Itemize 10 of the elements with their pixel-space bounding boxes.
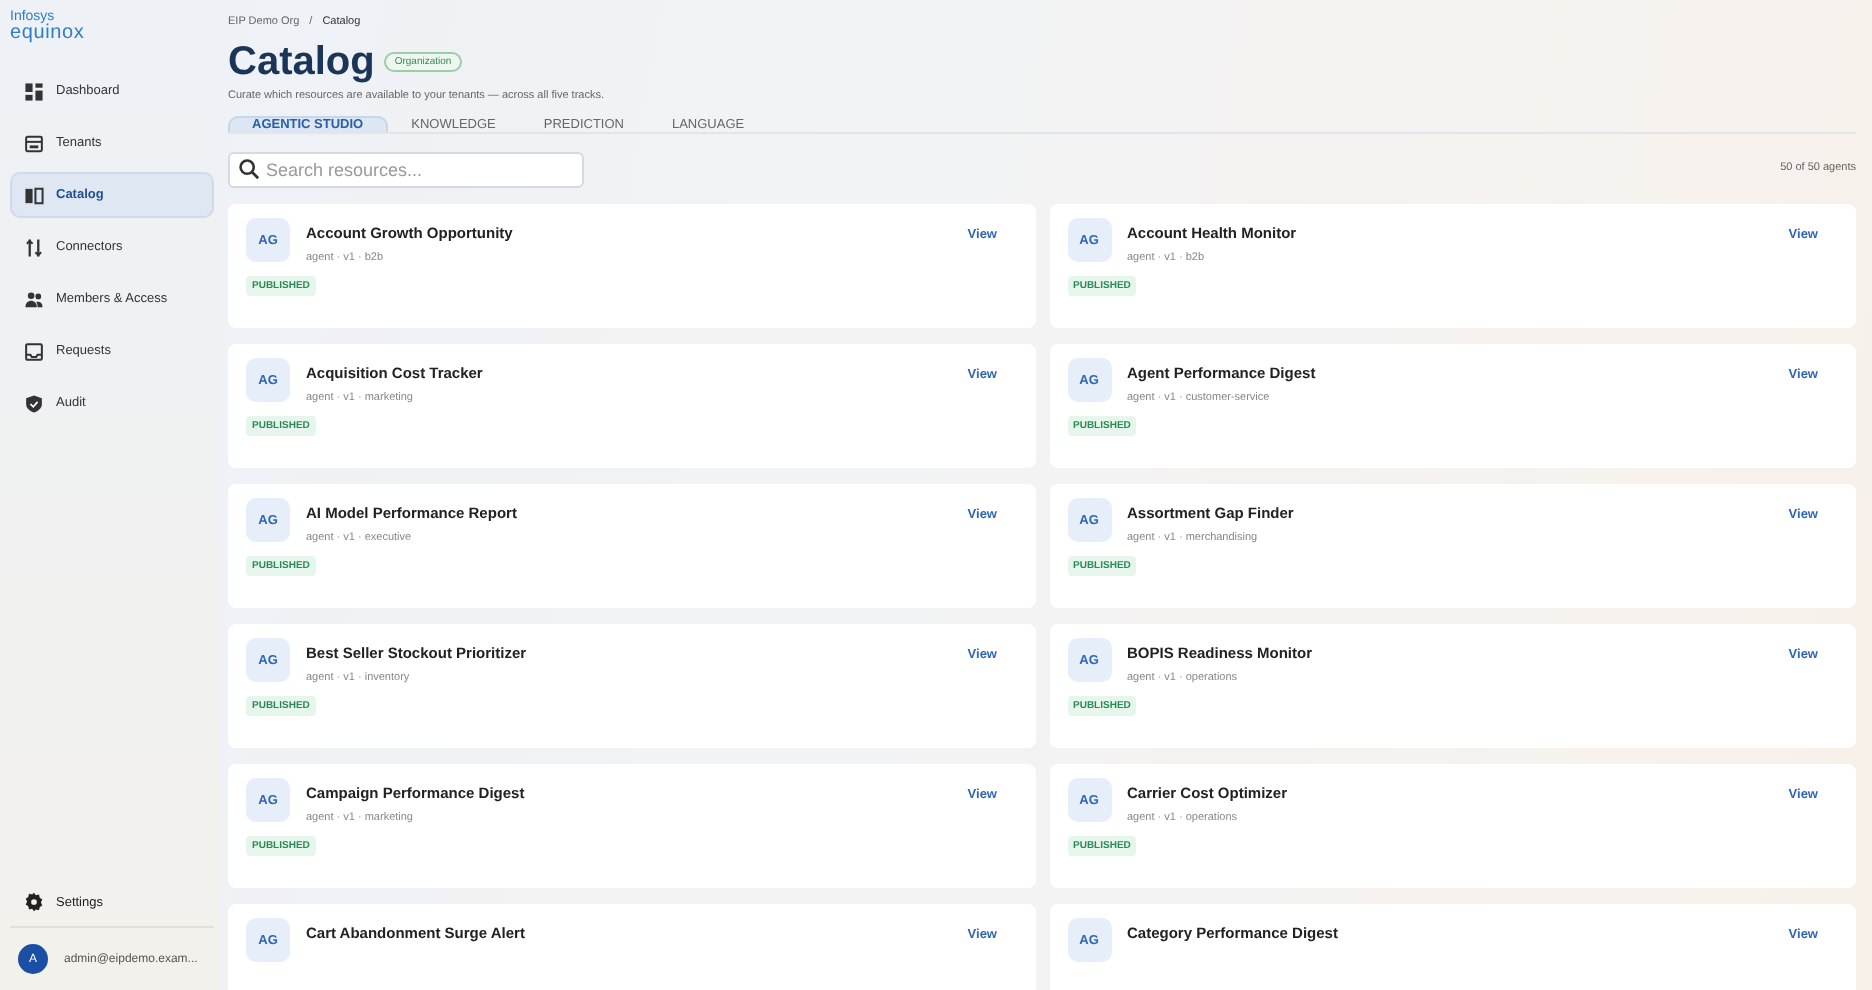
people-icon xyxy=(24,289,44,310)
grid-icon xyxy=(24,81,44,102)
inbox-icon xyxy=(24,341,44,362)
settings-icon xyxy=(24,892,44,912)
connector-icon xyxy=(24,237,44,258)
search-field[interactable]: Search resources... xyxy=(228,152,584,188)
brand-logo-text: equinox xyxy=(10,24,85,43)
page-title: Catalog xyxy=(228,38,375,86)
store-icon xyxy=(24,133,44,154)
shield-icon xyxy=(24,393,44,414)
